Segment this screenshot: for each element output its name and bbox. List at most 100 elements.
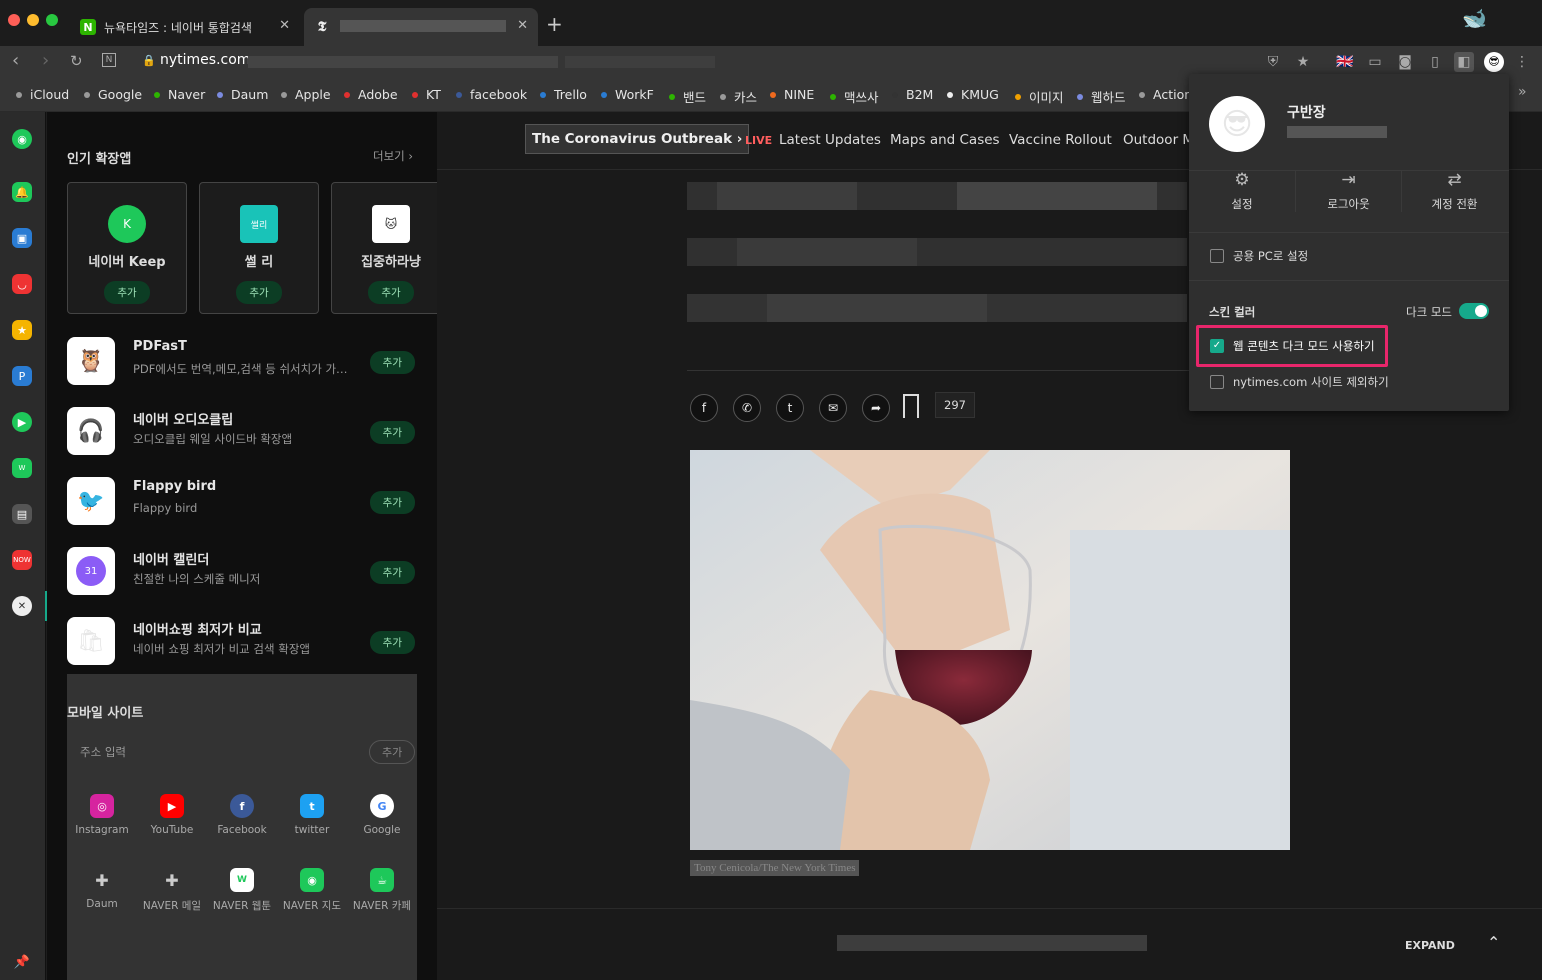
more-menu-icon[interactable]: ⋮ <box>1512 52 1532 72</box>
new-tab-icon[interactable]: + <box>546 12 563 36</box>
extension-card-focus-cat[interactable]: 🐱 집중하라냥 추가 <box>331 182 437 314</box>
whatsapp-share-icon[interactable]: ✆ <box>733 394 761 422</box>
site-instagram[interactable]: ◎ Instagram <box>67 794 137 836</box>
exclude-site-checkbox[interactable] <box>1210 375 1224 389</box>
sidebar-papago-icon[interactable]: P <box>12 366 32 386</box>
add-button[interactable]: 추가 <box>369 491 415 514</box>
bookmark-images[interactable]: 이미지 <box>1015 87 1064 106</box>
site-facebook[interactable]: f Facebook <box>207 794 277 836</box>
bookmarks-overflow-icon[interactable]: » <box>1518 84 1527 100</box>
bookmark-adobe[interactable]: Adobe <box>344 87 398 102</box>
more-link[interactable]: 더보기 › <box>373 148 413 164</box>
star-icon[interactable]: ★ <box>1293 52 1313 72</box>
nav-latest-updates[interactable]: Latest Updates <box>779 132 881 148</box>
back-icon[interactable]: ‹ <box>12 50 19 71</box>
sidebar-audioclip-icon[interactable]: ▶ <box>12 412 32 432</box>
add-button[interactable]: 추가 <box>369 421 415 444</box>
sidebar-briefcase-icon[interactable]: ▣ <box>12 228 32 248</box>
add-button[interactable]: 추가 <box>236 281 282 304</box>
bookmark-icon[interactable] <box>903 394 919 418</box>
list-item[interactable]: 🛍 네이버쇼핑 최저가 비교 네이버 쇼핑 최저가 비교 검색 확장앱 추가 <box>67 611 417 671</box>
bookmark-band[interactable]: 밴드 <box>669 87 706 106</box>
site-naver-mail[interactable]: ✚ NAVER 메일 <box>137 868 207 913</box>
bookmark-nine[interactable]: NINE <box>770 87 814 102</box>
bookmark-google[interactable]: Google <box>84 87 142 102</box>
bookmark-macsasa[interactable]: 맥쓰사 <box>830 87 879 106</box>
sidebar-memo-icon[interactable]: ▤ <box>12 504 32 524</box>
chevron-up-icon[interactable]: ⌃ <box>1487 933 1500 952</box>
bookmark-kt[interactable]: KT <box>412 87 441 102</box>
bookmark-icloud[interactable]: iCloud <box>16 87 69 102</box>
article-hero-image[interactable] <box>690 450 1290 850</box>
bookmark-facebook[interactable]: facebook <box>456 87 527 102</box>
extension-card-keep[interactable]: K 네이버 Keep 추가 <box>67 182 187 314</box>
tab-nytimes[interactable]: 𝕿 ✕ <box>304 8 538 46</box>
web-dark-mode-checkbox[interactable]: ✓ <box>1210 339 1224 353</box>
nav-vaccine-rollout[interactable]: Vaccine Rollout <box>1009 132 1112 148</box>
naver-home-icon[interactable]: N <box>102 53 116 67</box>
list-item[interactable]: 🦉 PDFasT PDF에서도 번역,메모,검색 등 쉬서치가 가능한 추가 <box>67 331 417 391</box>
sidebar-notification-icon[interactable]: 🔔 <box>12 182 32 202</box>
logout-action[interactable]: ⇥ 로그아웃 <box>1295 170 1401 212</box>
settings-action[interactable]: ⚙ 설정 <box>1189 170 1295 212</box>
camera-icon[interactable]: ◙ <box>1395 52 1415 72</box>
sidebar-extension-store-icon[interactable]: ◉ <box>12 129 32 149</box>
twitter-share-icon[interactable]: t <box>776 394 804 422</box>
add-button[interactable]: 추가 <box>369 631 415 654</box>
add-button[interactable]: 추가 <box>368 281 414 304</box>
add-button[interactable]: 추가 <box>369 351 415 374</box>
minimize-window-icon[interactable] <box>27 14 39 26</box>
bookmark-naver[interactable]: Naver <box>154 87 205 102</box>
switch-account-action[interactable]: ⇄ 계정 전환 <box>1401 170 1507 212</box>
list-item[interactable]: 🎧 네이버 오디오클립 오디오클립 웨일 사이드바 확장앱 추가 <box>67 401 417 461</box>
coronavirus-banner[interactable]: The Coronavirus Outbreak › <box>525 124 750 154</box>
sidebar-webtoon-icon[interactable]: W <box>12 458 32 478</box>
dark-mode-toggle[interactable] <box>1459 303 1489 319</box>
sidebar-bookmark-star-icon[interactable]: ★ <box>12 320 32 340</box>
bookmark-daum[interactable]: Daum <box>217 87 268 102</box>
bookmark-kas[interactable]: 카스 <box>720 87 757 106</box>
forward-icon[interactable]: › <box>42 50 49 71</box>
sidebar-now-icon[interactable]: NOW <box>12 550 32 570</box>
add-site-button[interactable]: 추가 <box>369 740 416 764</box>
bookmark-kmug[interactable]: KMUG <box>947 87 999 102</box>
maximize-window-icon[interactable] <box>46 14 58 26</box>
facebook-share-icon[interactable]: f <box>690 394 718 422</box>
bookmark-action[interactable]: Action <box>1139 87 1192 102</box>
close-tab-icon[interactable]: ✕ <box>517 18 528 33</box>
add-button[interactable]: 추가 <box>369 561 415 584</box>
reader-icon[interactable]: ▯ <box>1425 52 1445 72</box>
extension-card-sseolli[interactable]: 썰리 썰 리 추가 <box>199 182 319 314</box>
site-naver-cafe[interactable]: ☕ NAVER 카페 <box>347 868 417 913</box>
site-daum[interactable]: ✚ Daum <box>67 868 137 911</box>
tab-naver-search[interactable]: N 뉴욕타임즈 : 네이버 통합검색 ✕ <box>70 8 300 46</box>
sidebar-pin-icon[interactable]: 📌 <box>12 952 32 972</box>
reload-icon[interactable]: ↻ <box>70 52 83 70</box>
bookmark-apple[interactable]: Apple <box>281 87 331 102</box>
close-window-icon[interactable] <box>8 14 20 26</box>
site-youtube[interactable]: ▶ YouTube <box>137 794 207 836</box>
public-pc-checkbox[interactable] <box>1210 249 1224 263</box>
expand-button[interactable]: EXPAND <box>1405 939 1455 952</box>
site-naver-map[interactable]: ◉ NAVER 지도 <box>277 868 347 913</box>
url-domain[interactable]: nytimes.com <box>160 52 250 68</box>
site-naver-webtoon[interactable]: W NAVER 웹툰 <box>207 868 277 913</box>
sidebar-close-icon[interactable]: ✕ <box>12 596 32 616</box>
bookmark-webhard[interactable]: 웹하드 <box>1077 87 1126 106</box>
nav-maps-cases[interactable]: Maps and Cases <box>890 132 1000 148</box>
site-twitter[interactable]: t twitter <box>277 794 347 836</box>
profile-avatar-icon[interactable]: 😎 <box>1484 52 1504 72</box>
bookmark-b2m[interactable]: B2M <box>892 87 933 102</box>
bookmark-trello[interactable]: Trello <box>540 87 587 102</box>
bookmark-workf[interactable]: WorkF <box>601 87 654 102</box>
close-tab-icon[interactable]: ✕ <box>279 18 290 33</box>
list-item[interactable]: 31 네이버 캘린더 친절한 나의 스케줄 메니저 추가 <box>67 541 417 601</box>
list-item[interactable]: 🐦 Flappy bird Flappy bird 추가 <box>67 471 417 531</box>
shield-icon[interactable]: ⛨ <box>1263 52 1283 72</box>
site-google[interactable]: G Google <box>347 794 417 836</box>
share-arrow-icon[interactable]: ➦ <box>862 394 890 422</box>
add-button[interactable]: 추가 <box>104 281 150 304</box>
sidebar-toggle-icon[interactable]: ◧ <box>1454 52 1474 72</box>
comment-count[interactable]: 297 <box>935 392 975 418</box>
address-input[interactable]: 주소 입력 <box>80 744 126 760</box>
